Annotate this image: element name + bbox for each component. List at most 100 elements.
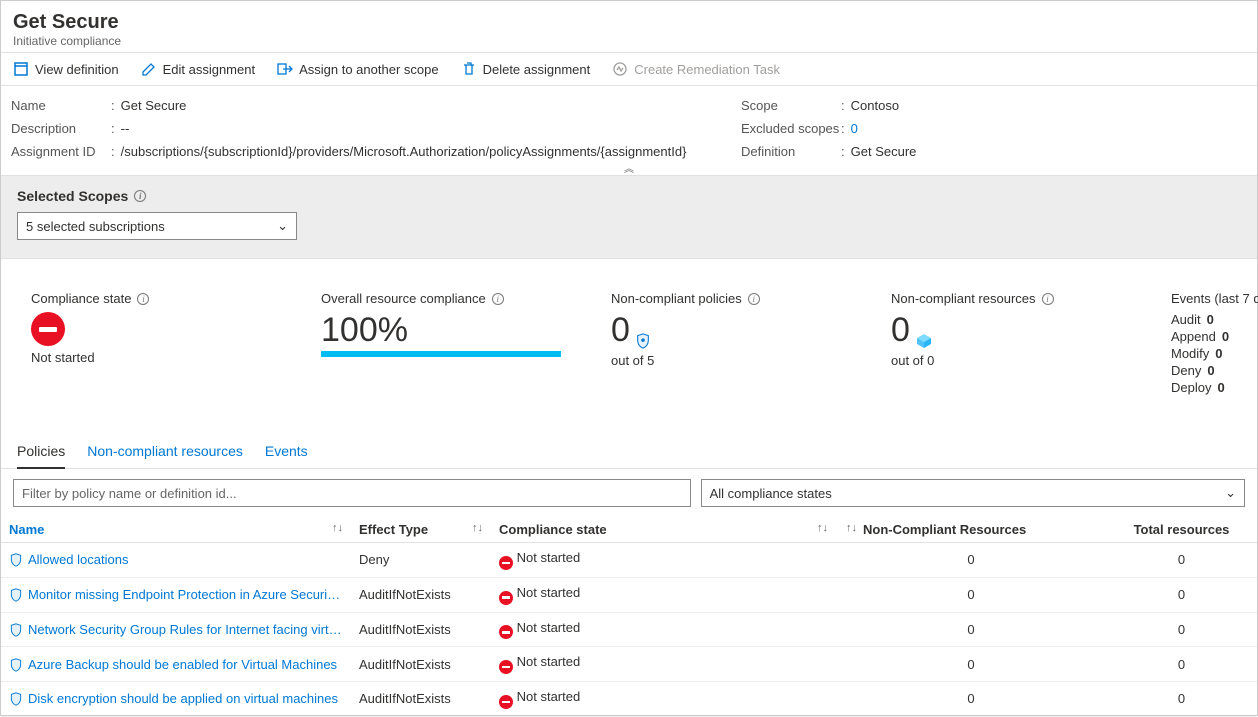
cube-icon <box>916 333 932 349</box>
table-row: Allowed locationsDeny Not started00 <box>1 543 1257 578</box>
assignment-id-value: /subscriptions/{subscriptionId}/provider… <box>121 144 687 159</box>
delete-assignment-button[interactable]: Delete assignment <box>461 61 591 77</box>
compliance-progress-bar <box>321 351 561 357</box>
nc-resources-count: 0 <box>836 543 1106 578</box>
info-icon[interactable]: i <box>748 293 760 305</box>
assign-scope-button[interactable]: Assign to another scope <box>277 61 438 77</box>
scope-value: Contoso <box>851 98 899 113</box>
table-row: Disk encryption should be applied on vir… <box>1 682 1257 717</box>
total-resources-count: 0 <box>1106 543 1257 578</box>
definition-value: Get Secure <box>851 144 917 159</box>
filter-row: All compliance states ⌄ <box>1 469 1257 517</box>
nc-resources-value: 0 <box>891 312 910 349</box>
tabs: Policies Non-compliant resources Events <box>1 435 1257 469</box>
not-started-icon <box>499 556 513 570</box>
selected-scopes-label: Selected Scopes <box>17 188 128 204</box>
chevron-down-icon: ⌄ <box>1225 485 1236 501</box>
nc-resources-sub: out of 0 <box>891 353 1111 368</box>
nc-policies-sub: out of 5 <box>611 353 831 368</box>
label: Delete assignment <box>483 62 591 77</box>
not-started-icon <box>499 591 513 605</box>
policies-table: Name↑↓ Effect Type↑↓ Compliance state↑↓ … <box>1 517 1257 717</box>
tab-events[interactable]: Events <box>265 435 308 468</box>
pencil-icon <box>141 61 157 77</box>
info-icon[interactable]: i <box>1042 293 1054 305</box>
overall-compliance-label: Overall resource compliance <box>321 291 486 306</box>
scopes-dropdown[interactable]: 5 selected subscriptions ⌄ <box>17 212 297 240</box>
scope-label: Scope <box>741 98 841 113</box>
not-started-icon <box>499 625 513 639</box>
assignment-id-label: Assignment ID <box>11 144 111 159</box>
excluded-scopes-label: Excluded scopes <box>741 121 841 136</box>
remediation-icon <box>612 61 628 77</box>
effect-type: AuditIfNotExists <box>351 577 491 612</box>
assign-icon <box>277 61 293 77</box>
compliance-filter-value: All compliance states <box>710 486 832 501</box>
compliance-state: Not started <box>491 682 836 717</box>
nc-resources-count: 0 <box>836 682 1106 717</box>
description-value: -- <box>121 121 130 136</box>
label: Assign to another scope <box>299 62 438 77</box>
table-row: Azure Backup should be enabled for Virtu… <box>1 647 1257 682</box>
total-resources-count: 0 <box>1106 577 1257 612</box>
excluded-scopes-value[interactable]: 0 <box>851 121 858 136</box>
page-title: Get Secure <box>13 11 1245 34</box>
sort-icon: ↑↓ <box>846 522 857 534</box>
sort-icon: ↑↓ <box>332 522 343 534</box>
col-nc-resources[interactable]: Non-Compliant Resources↑↓ <box>836 517 1106 543</box>
col-name[interactable]: Name↑↓ <box>1 517 351 543</box>
table-row: Monitor missing Endpoint Protection in A… <box>1 577 1257 612</box>
label: View definition <box>35 62 119 77</box>
col-total[interactable]: Total resources <box>1106 517 1257 543</box>
nc-resources-count: 0 <box>836 577 1106 612</box>
not-started-icon <box>31 312 65 346</box>
tab-policies[interactable]: Policies <box>17 435 65 469</box>
nc-policies-label: Non-compliant policies <box>611 291 742 306</box>
policy-name-link[interactable]: Allowed locations <box>1 543 351 578</box>
total-resources-count: 0 <box>1106 682 1257 717</box>
view-definition-button[interactable]: View definition <box>13 61 119 77</box>
compliance-state: Not started <box>491 647 836 682</box>
definition-label: Definition <box>741 144 841 159</box>
edit-assignment-button[interactable]: Edit assignment <box>141 61 256 77</box>
policy-name-link[interactable]: Disk encryption should be applied on vir… <box>1 682 351 717</box>
tab-noncompliant-resources[interactable]: Non-compliant resources <box>87 435 243 468</box>
label: Create Remediation Task <box>634 62 780 77</box>
shield-icon <box>636 333 650 349</box>
collapse-details-button[interactable]: ︽ <box>624 160 634 175</box>
name-label: Name <box>11 98 111 113</box>
compliance-state-filter[interactable]: All compliance states ⌄ <box>701 479 1245 507</box>
selected-scopes-panel: Selected Scopes i 5 selected subscriptio… <box>1 176 1257 259</box>
effect-type: AuditIfNotExists <box>351 682 491 717</box>
policy-name-link[interactable]: Network Security Group Rules for Interne… <box>1 612 351 647</box>
compliance-state-label: Compliance state <box>31 291 131 306</box>
policy-filter-input[interactable] <box>13 479 691 507</box>
page-header: Get Secure Initiative compliance <box>1 1 1257 53</box>
description-label: Description <box>11 121 111 136</box>
compliance-state-value: Not started <box>31 350 261 365</box>
total-resources-count: 0 <box>1106 612 1257 647</box>
info-icon[interactable]: i <box>137 293 149 305</box>
info-icon[interactable]: i <box>492 293 504 305</box>
label: Edit assignment <box>163 62 256 77</box>
sort-icon: ↑↓ <box>472 522 483 534</box>
policy-name-link[interactable]: Monitor missing Endpoint Protection in A… <box>1 577 351 612</box>
effect-type: AuditIfNotExists <box>351 612 491 647</box>
col-effect[interactable]: Effect Type↑↓ <box>351 517 491 543</box>
col-compliance[interactable]: Compliance state↑↓ <box>491 517 836 543</box>
events-label: Events (last 7 days) <box>1171 291 1258 306</box>
stats-row: Compliance state i Not started Overall re… <box>1 259 1257 417</box>
trash-icon <box>461 61 477 77</box>
effect-type: Deny <box>351 543 491 578</box>
view-definition-icon <box>13 61 29 77</box>
policy-name-link[interactable]: Azure Backup should be enabled for Virtu… <box>1 647 351 682</box>
table-row: Network Security Group Rules for Interne… <box>1 612 1257 647</box>
sort-icon: ↑↓ <box>817 522 828 534</box>
scopes-dropdown-value: 5 selected subscriptions <box>26 219 165 234</box>
details-panel: Name:Get Secure Description:-- Assignmen… <box>1 86 1257 176</box>
nc-resources-count: 0 <box>836 612 1106 647</box>
effect-type: AuditIfNotExists <box>351 647 491 682</box>
info-icon[interactable]: i <box>134 190 146 202</box>
overall-compliance-value: 100% <box>321 312 551 349</box>
toolbar: View definition Edit assignment Assign t… <box>1 53 1257 86</box>
